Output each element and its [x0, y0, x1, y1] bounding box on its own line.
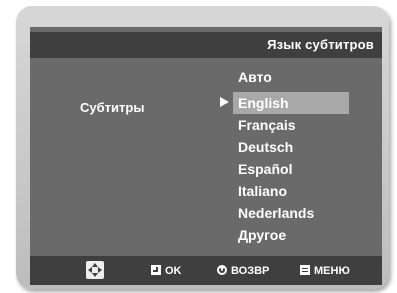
back-label: ВОЗВР: [231, 265, 270, 277]
osd-screen: Язык субтитров Субтитры Авто English Fra…: [30, 27, 382, 285]
option-auto[interactable]: Авто: [233, 66, 272, 88]
option-italiano[interactable]: Italiano: [233, 180, 287, 202]
ok-label: OK: [165, 265, 182, 277]
enter-icon: [151, 265, 161, 275]
option-espanol[interactable]: Español: [233, 158, 292, 180]
option-deutsch[interactable]: Deutsch: [233, 136, 293, 158]
language-option-list: Авто English Français Deutsch Español It…: [30, 27, 382, 285]
menu-icon: [300, 265, 310, 275]
menu-hint[interactable]: МЕНЮ: [300, 264, 350, 278]
dpad-icon: [86, 261, 104, 279]
button-hint-bar: OK ВОЗВР МЕНЮ: [30, 256, 382, 285]
option-nederlands[interactable]: Nederlands: [233, 202, 314, 224]
ok-hint[interactable]: OK: [151, 264, 182, 278]
menu-label: МЕНЮ: [314, 265, 350, 277]
back-hint[interactable]: ВОЗВР: [217, 264, 269, 278]
option-english[interactable]: English: [233, 92, 349, 114]
option-francais[interactable]: Français: [233, 114, 296, 136]
option-other[interactable]: Другое: [233, 224, 286, 246]
return-icon: [217, 265, 227, 275]
